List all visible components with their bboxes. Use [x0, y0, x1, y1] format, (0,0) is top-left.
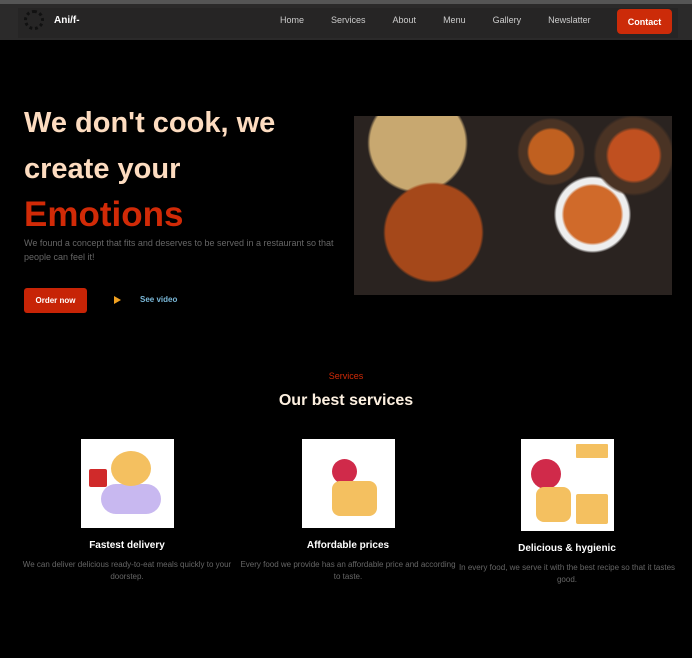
hero-line1: We don't cook, we	[24, 107, 276, 139]
hero-highlight: Emotions	[24, 195, 184, 234]
hero-heading: We don't cook, we create your Emotions	[24, 100, 275, 240]
nav-services[interactable]: Services	[331, 15, 366, 25]
service-title: Fastest delivery	[89, 540, 165, 551]
hero-description: We found a concept that fits and deserve…	[24, 238, 334, 262]
prices-illustration	[301, 439, 395, 528]
service-card-delivery: Fastest delivery We can deliver deliciou…	[17, 439, 237, 583]
services-label: Services	[328, 371, 364, 381]
order-now-button[interactable]: Order now	[24, 288, 87, 313]
contact-button[interactable]: Contact	[617, 9, 672, 34]
delivery-illustration	[80, 439, 174, 528]
nav-gallery[interactable]: Gallery	[493, 15, 522, 25]
nav-menu[interactable]: Menu	[443, 15, 466, 25]
brand-name[interactable]: Ani/f-	[54, 15, 80, 26]
hero-food-image	[354, 116, 672, 295]
nav-about[interactable]: About	[393, 15, 417, 25]
nav-home[interactable]: Home	[280, 15, 304, 25]
service-text: Every food we provide has an affordable …	[240, 560, 456, 581]
hygienic-illustration	[520, 439, 614, 531]
see-video-link[interactable]: See video	[140, 295, 177, 304]
nav-newsletter[interactable]: Newslatter	[548, 15, 591, 25]
service-text: In every food, we serve it with the best…	[458, 563, 676, 584]
hero-line2: create your	[24, 153, 181, 185]
services-title: Our best services	[278, 392, 414, 409]
service-title: Delicious & hygienic	[518, 543, 616, 554]
service-card-prices: Affordable prices Every food we provide …	[238, 439, 458, 583]
service-text: We can deliver delicious ready-to-eat me…	[22, 560, 232, 581]
play-icon[interactable]	[114, 296, 121, 304]
service-title: Affordable prices	[306, 540, 390, 551]
logo-icon[interactable]	[24, 10, 44, 30]
service-card-hygienic: Delicious & hygienic In every food, we s…	[457, 439, 677, 586]
nav-links: Home Services About Menu Gallery Newslat…	[280, 15, 618, 25]
